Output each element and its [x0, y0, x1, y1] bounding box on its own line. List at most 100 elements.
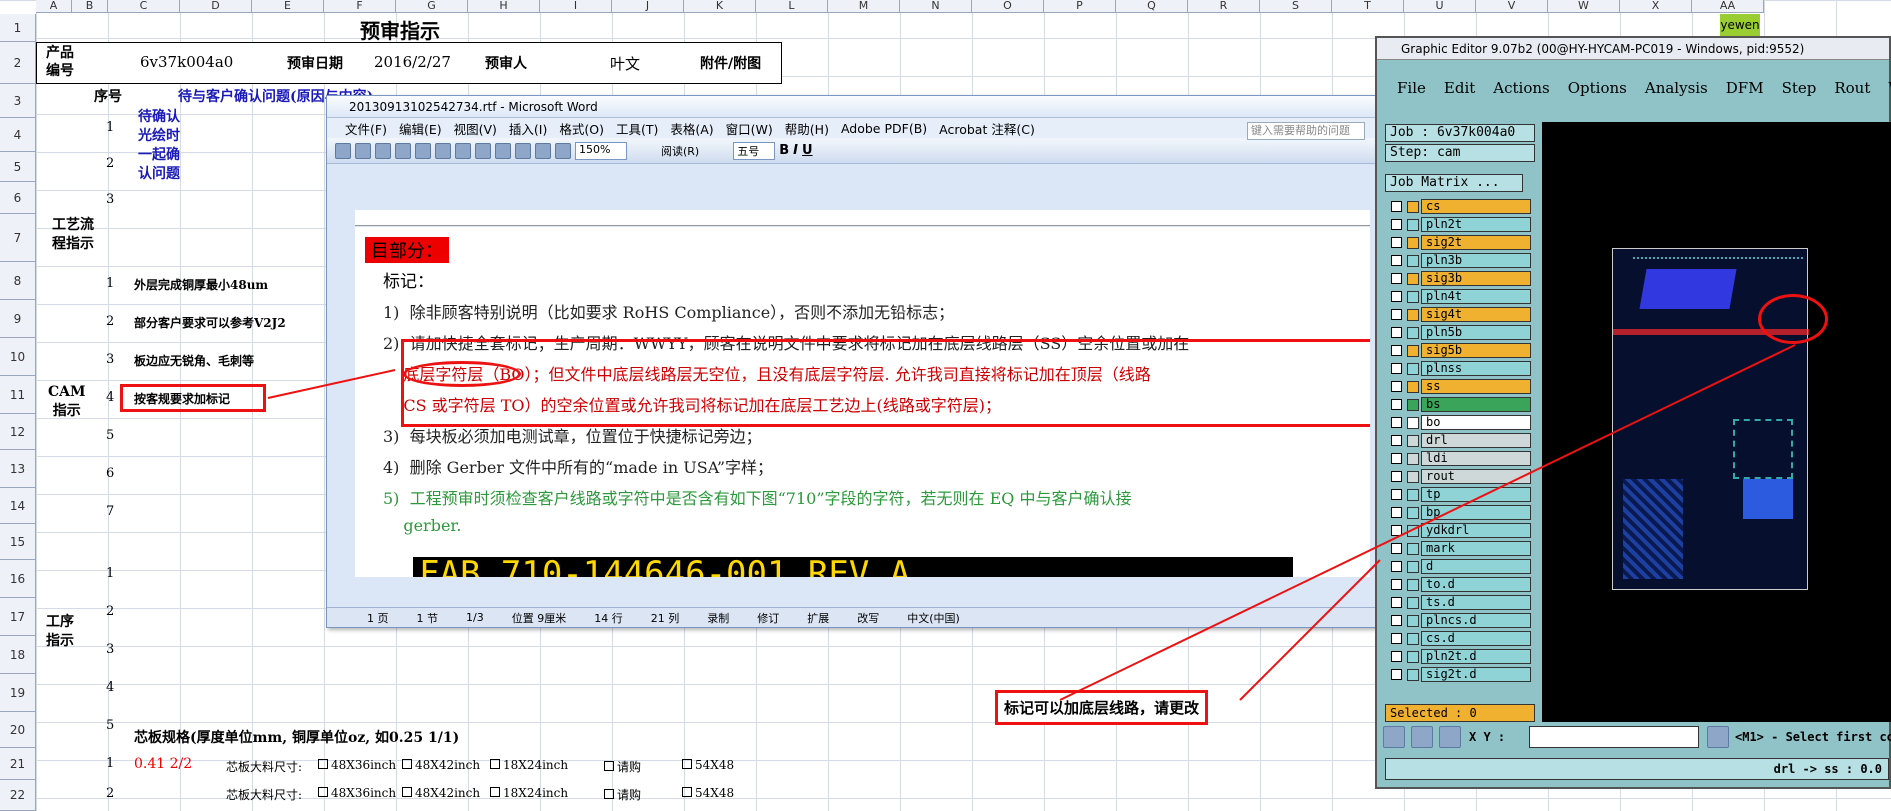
layer-row[interactable]: pln2t.d	[1385, 649, 1535, 665]
checkbox-icon[interactable]	[682, 759, 692, 769]
core-option[interactable]: 54X48	[682, 786, 734, 800]
layer-checkbox[interactable]	[1391, 273, 1402, 284]
layer-row[interactable]: drl	[1385, 433, 1535, 449]
layer-row[interactable]: pln5b	[1385, 325, 1535, 341]
layer-checkbox[interactable]	[1391, 345, 1402, 356]
cut-icon[interactable]	[455, 142, 471, 159]
cam-item[interactable]: 部分客户要求可以参考V2J2	[134, 314, 286, 331]
layer-row[interactable]: sig2t	[1385, 235, 1535, 251]
word-menu-item[interactable]: 视图(V)	[454, 119, 497, 138]
layer-checkbox[interactable]	[1391, 453, 1402, 464]
layer-row[interactable]: bp	[1385, 505, 1535, 521]
copy-icon[interactable]	[475, 142, 491, 159]
alert-icon[interactable]	[1707, 726, 1729, 748]
column-header[interactable]: V	[1476, 0, 1548, 13]
checkbox-icon[interactable]	[682, 787, 692, 797]
row-header[interactable]: 14	[0, 488, 36, 524]
layer-checkbox[interactable]	[1391, 309, 1402, 320]
column-header[interactable]: U	[1404, 0, 1476, 13]
layer-checkbox[interactable]	[1391, 489, 1402, 500]
layer-row[interactable]: plnss	[1385, 361, 1535, 377]
cam-item[interactable]: 外层完成铜厚最小48um	[134, 276, 268, 293]
checkbox-icon[interactable]	[402, 759, 412, 769]
font-size-select[interactable]: 五号	[733, 141, 776, 160]
row-header[interactable]: 5	[0, 152, 36, 182]
layer-checkbox[interactable]	[1391, 615, 1402, 626]
help-input[interactable]: 键入需要帮助的问题	[1247, 122, 1365, 140]
row-header[interactable]: 22	[0, 780, 36, 811]
row-header[interactable]: 2	[0, 42, 36, 84]
layer-row[interactable]: ts.d	[1385, 595, 1535, 611]
layer-checkbox[interactable]	[1391, 651, 1402, 662]
editor-menu-item[interactable]: Edit	[1444, 79, 1475, 97]
row-header[interactable]: 16	[0, 560, 36, 598]
column-header[interactable]: A	[36, 0, 72, 13]
layer-checkbox[interactable]	[1391, 255, 1402, 266]
row-header[interactable]: 13	[0, 450, 36, 488]
layer-row[interactable]: sig2t.d	[1385, 667, 1535, 683]
layer-checkbox[interactable]	[1391, 543, 1402, 554]
layer-checkbox[interactable]	[1391, 327, 1402, 338]
column-header[interactable]: G	[396, 0, 468, 13]
column-header[interactable]: O	[972, 0, 1044, 13]
layer-checkbox[interactable]	[1391, 291, 1402, 302]
column-header[interactable]: D	[180, 0, 252, 13]
bold-button[interactable]: B	[779, 143, 789, 158]
spell-icon[interactable]	[435, 142, 451, 159]
layer-checkbox[interactable]	[1391, 435, 1402, 446]
layer-checkbox[interactable]	[1391, 669, 1402, 680]
word-menu-item[interactable]: 编辑(E)	[399, 119, 442, 138]
zoom-select[interactable]: 150%	[575, 141, 627, 160]
layer-checkbox[interactable]	[1391, 579, 1402, 590]
editor-menu-item[interactable]: Actions	[1493, 79, 1549, 97]
layer-row[interactable]: pln2t	[1385, 217, 1535, 233]
new-doc-icon[interactable]	[335, 142, 351, 159]
zoom-icon[interactable]	[1383, 726, 1405, 748]
column-header[interactable]: B	[72, 0, 108, 13]
product-value[interactable]: 6v37k004a0	[140, 53, 233, 71]
row-header[interactable]: 7	[0, 214, 36, 262]
row-header[interactable]: 9	[0, 300, 36, 338]
column-header[interactable]: K	[684, 0, 756, 13]
row-header[interactable]: 21	[0, 748, 36, 780]
checkbox-icon[interactable]	[604, 789, 614, 799]
layer-row[interactable]: sig5b	[1385, 343, 1535, 359]
layer-checkbox[interactable]	[1391, 597, 1402, 608]
layer-checkbox[interactable]	[1391, 363, 1402, 374]
layer-checkbox[interactable]	[1391, 381, 1402, 392]
column-header[interactable]: S	[1260, 0, 1332, 13]
layer-row[interactable]: sig3b	[1385, 271, 1535, 287]
row-header[interactable]: 20	[0, 712, 36, 748]
layer-row[interactable]: sig4t	[1385, 307, 1535, 323]
layer-row[interactable]: rout	[1385, 469, 1535, 485]
column-header[interactable]: N	[900, 0, 972, 13]
layer-row[interactable]: d	[1385, 559, 1535, 575]
word-menu-item[interactable]: 工具(T)	[616, 119, 658, 138]
layer-checkbox[interactable]	[1391, 219, 1402, 230]
paste-icon[interactable]	[495, 142, 511, 159]
checkbox-icon[interactable]	[604, 761, 614, 771]
editor-menu-item[interactable]: Analysis	[1645, 79, 1708, 97]
core-option[interactable]: 请购	[604, 758, 641, 775]
layer-row[interactable]: to.d	[1385, 577, 1535, 593]
word-menu-item[interactable]: 表格(A)	[670, 119, 713, 138]
word-menu-item[interactable]: 文件(F)	[345, 119, 387, 138]
column-header[interactable]: H	[468, 0, 540, 13]
column-header[interactable]: AA	[1692, 0, 1764, 13]
layer-row[interactable]: cs	[1385, 199, 1535, 215]
read-button[interactable]: 阅读(R)	[661, 143, 699, 159]
print-icon[interactable]	[395, 142, 411, 159]
undo-icon[interactable]	[515, 142, 531, 159]
editor-menu-item[interactable]: Options	[1568, 79, 1627, 97]
core-option[interactable]: 54X48	[682, 758, 734, 772]
row-header[interactable]: 18	[0, 636, 36, 674]
column-header[interactable]: F	[324, 0, 396, 13]
cam-item[interactable]: 板边应无锐角、毛刺等	[134, 352, 254, 369]
layer-checkbox[interactable]	[1391, 507, 1402, 518]
layer-row[interactable]: pln4t	[1385, 289, 1535, 305]
core-option[interactable]: 18X24inch	[490, 758, 568, 772]
word-menu-item[interactable]: Adobe PDF(B)	[841, 121, 927, 136]
column-header[interactable]: R	[1188, 0, 1260, 13]
italic-button[interactable]: I	[793, 143, 798, 158]
checkbox-icon[interactable]	[490, 787, 500, 797]
